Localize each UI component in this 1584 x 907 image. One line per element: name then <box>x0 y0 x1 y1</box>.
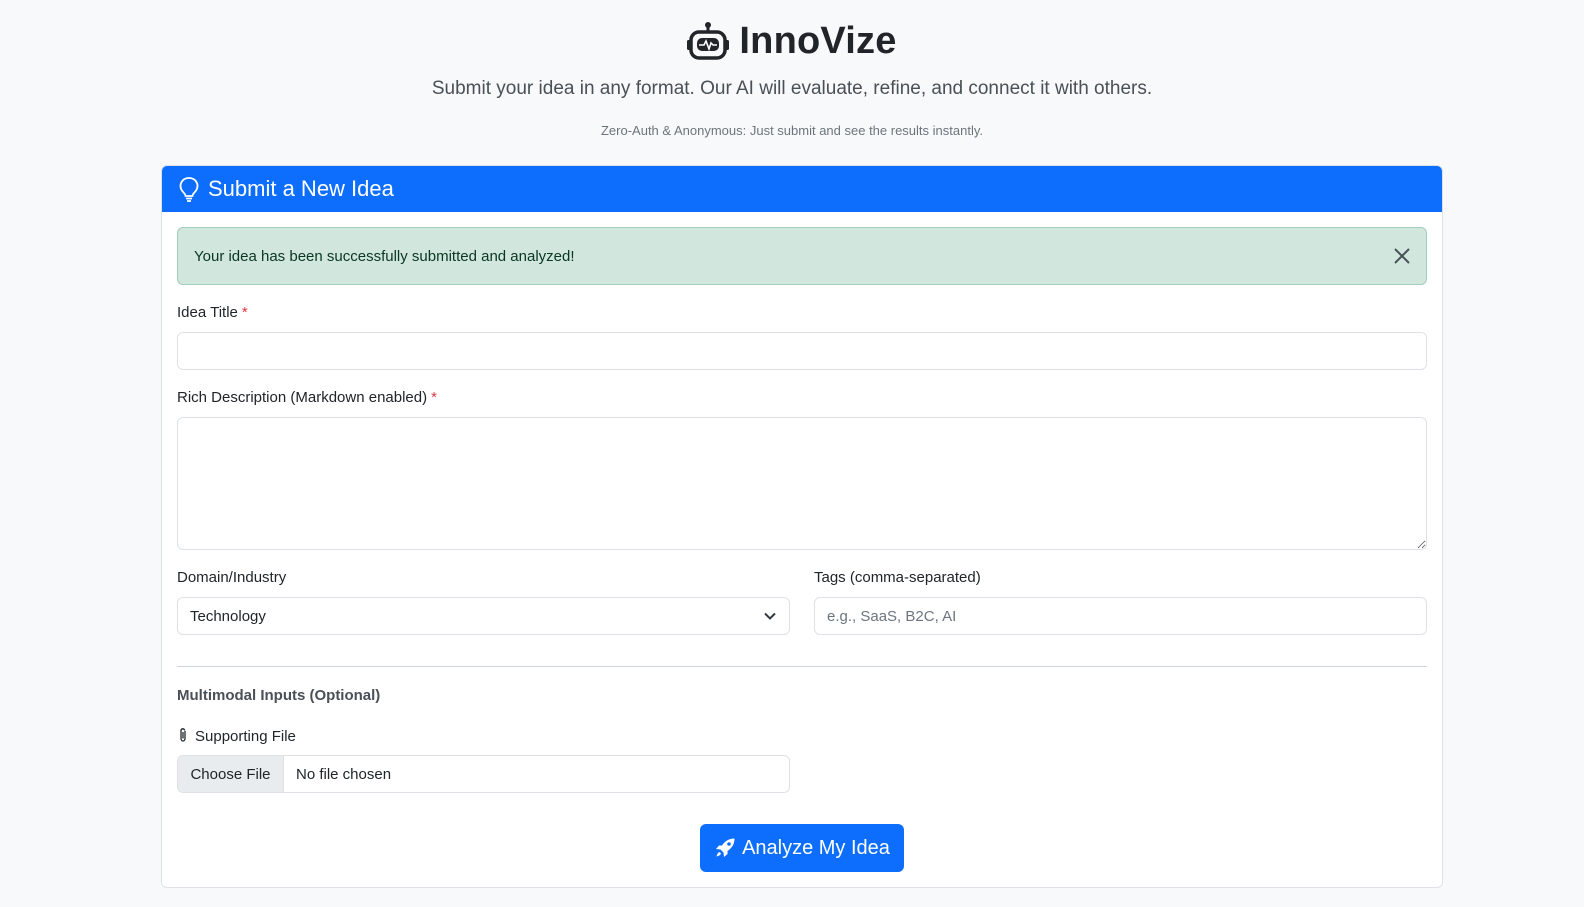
close-alert-button[interactable] <box>1392 246 1412 266</box>
page-subtitle: Submit your idea in any format. Our AI w… <box>431 78 1153 99</box>
rocket-icon <box>716 838 735 857</box>
supporting-file-label-text: Supporting File <box>195 728 296 745</box>
card-title: Submit a New Idea <box>208 176 394 201</box>
choose-file-button[interactable]: Choose File <box>178 756 284 792</box>
app-title: InnoVize <box>739 20 897 62</box>
tags-input[interactable] <box>814 597 1427 635</box>
description-label-text: Rich Description (Markdown enabled) <box>177 389 428 406</box>
analyze-idea-button[interactable]: Analyze My Idea <box>700 824 904 872</box>
chevron-down-icon <box>764 612 776 620</box>
supporting-file-label: Supporting File <box>177 727 296 745</box>
lightbulb-icon <box>179 177 199 202</box>
success-alert: Your idea has been successfully submitte… <box>177 227 1427 285</box>
domain-selected-value: Technology <box>190 607 266 625</box>
file-status: No file chosen <box>296 765 392 783</box>
anonymous-note: Zero-Auth & Anonymous: Just submit and s… <box>600 123 983 138</box>
multimodal-section-title: Multimodal Inputs (Optional) <box>177 687 381 704</box>
alert-message: Your idea has been successfully submitte… <box>194 247 575 265</box>
required-marker: * <box>431 389 437 406</box>
idea-title-label-text: Idea Title <box>177 304 238 321</box>
tags-label: Tags (comma-separated) <box>814 569 981 586</box>
domain-label: Domain/Industry <box>177 569 287 586</box>
required-marker: * <box>241 304 248 321</box>
analyze-button-label: Analyze My Idea <box>742 836 890 859</box>
robot-icon <box>687 21 730 60</box>
domain-select[interactable]: Technology <box>177 597 790 635</box>
idea-title-label: Idea Title * <box>177 304 248 321</box>
description-textarea[interactable] <box>177 417 1427 550</box>
description-label: Rich Description (Markdown enabled) * <box>177 389 437 406</box>
paperclip-icon <box>180 728 186 742</box>
section-divider <box>177 666 1427 667</box>
close-icon <box>1394 248 1410 264</box>
submit-idea-card: Submit a New Idea Your idea has been suc… <box>161 165 1443 888</box>
idea-title-input[interactable] <box>177 332 1427 370</box>
brand: InnoVize <box>0 20 1584 63</box>
card-header: Submit a New Idea <box>162 166 1442 212</box>
supporting-file-input[interactable]: Choose File No file chosen <box>177 755 790 793</box>
